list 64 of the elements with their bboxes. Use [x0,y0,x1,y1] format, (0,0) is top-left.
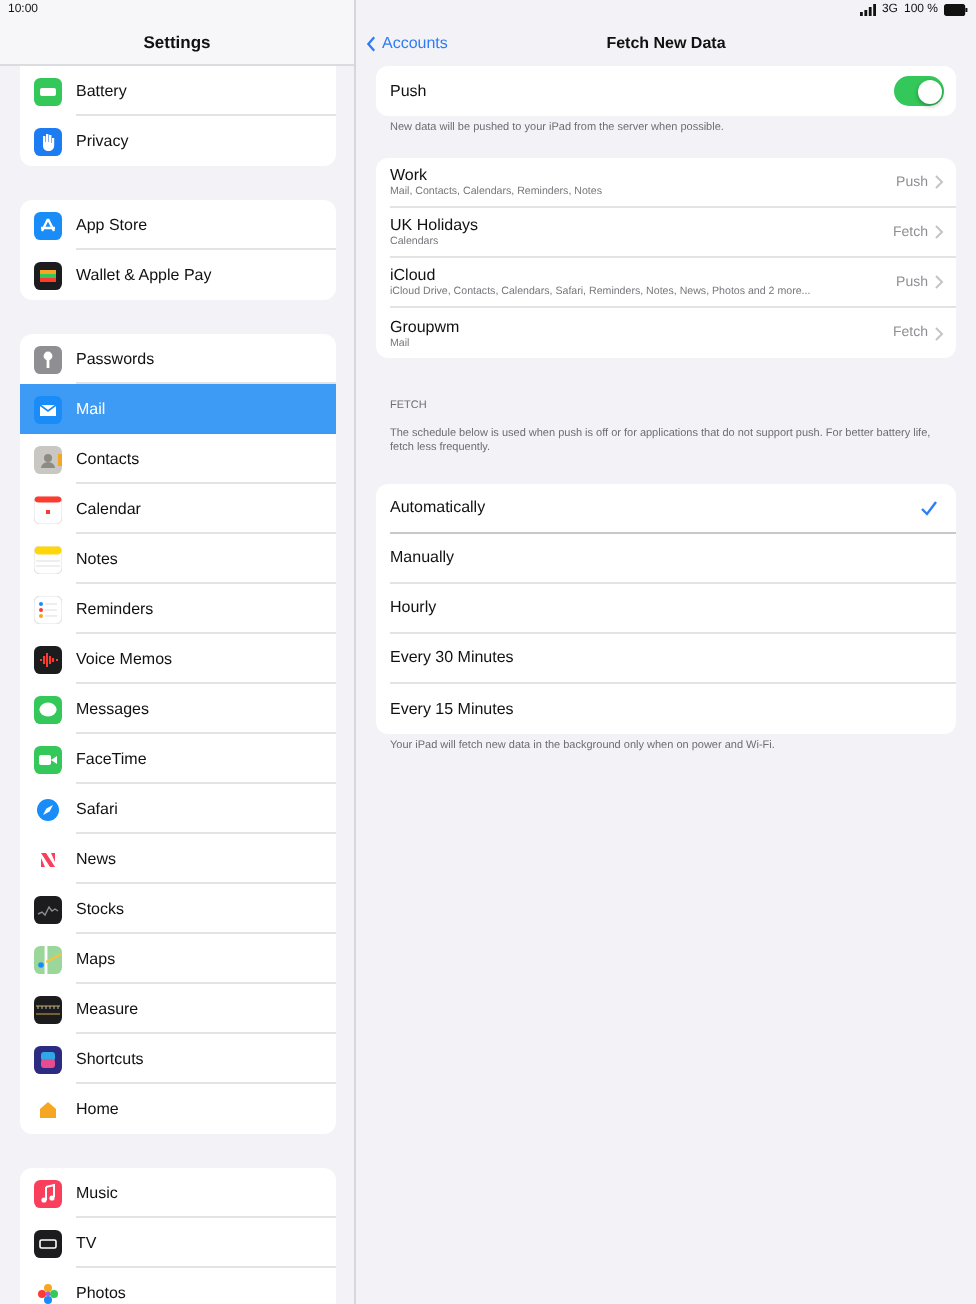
sidebar-item[interactable]: Calendar [20,484,336,534]
layers-icon [34,1045,62,1073]
chevron-left-icon [366,35,376,51]
hand-icon [34,127,62,155]
chevron-right-icon [934,274,944,290]
tv-icon [34,1229,62,1257]
page-title: Fetch New Data [606,34,726,52]
music-note-icon [34,1179,62,1207]
chevron-right-icon [934,174,944,190]
sidebar-item[interactable]: App Store [20,200,336,250]
sidebar-item[interactable]: Contacts [20,434,336,484]
sidebar-item[interactable]: Wallet & Apple Pay [20,250,336,300]
calendar-icon [34,495,62,523]
battery-icon [944,4,968,16]
sidebar-item[interactable]: Messages [20,684,336,734]
notepad-icon [34,545,62,573]
toggle-switch[interactable] [894,76,944,106]
schedule-option[interactable]: Hourly [390,583,956,634]
push-label: Push [390,82,429,100]
schedule-option[interactable]: Automatically [390,483,956,534]
speech-bubble-icon [34,695,62,723]
account-name: iCloud [390,266,438,284]
sidebar-item[interactable]: Music [20,1168,336,1218]
stock-chart-icon [34,895,62,923]
checkmark-icon [920,499,938,516]
sidebar-item[interactable]: Measure [20,984,336,1034]
sidebar-item[interactable]: Stocks [20,884,336,934]
sidebar-item[interactable]: Reminders [20,584,336,634]
account-name: Groupwm [390,317,462,335]
sidebar-item[interactable]: Shortcuts [20,1034,336,1084]
sidebar-item[interactable]: Battery [20,66,336,116]
wallet-icon [34,261,62,289]
video-camera-icon [34,745,62,773]
schedule-option[interactable]: Manually [390,533,956,584]
sidebar-item[interactable]: Photos [20,1268,336,1304]
map-icon [34,945,62,973]
envelope-icon [34,395,62,423]
waveform-icon [34,645,62,673]
back-link[interactable]: Accounts [366,34,448,52]
sidebar-item[interactable]: Notes [20,534,336,584]
account-name: Work [390,166,430,184]
sidebar-item[interactable]: Voice Memos [20,634,336,684]
account-name: UK Holidays [390,216,481,234]
contact-card-icon [34,445,62,473]
sidebar-item[interactable]: FaceTime [20,734,336,784]
flower-icon [34,1279,62,1304]
ruler-icon [34,995,62,1023]
sidebar-item[interactable]: Home [20,1084,336,1134]
compass-icon [34,795,62,823]
chevron-right-icon [934,325,944,341]
list-icon [34,595,62,623]
sidebar-item[interactable]: Privacy [20,116,336,166]
key-icon [34,345,62,373]
app-store-icon [34,211,62,239]
sidebar-item[interactable]: Maps [20,934,336,984]
sidebar-item[interactable]: TV [20,1218,336,1268]
chevron-right-icon [934,224,944,240]
sidebar-title: Settings [143,32,211,52]
sidebar-item[interactable]: Safari [20,784,336,834]
battery-icon [34,77,62,105]
schedule-option[interactable]: Every 30 Minutes [390,633,956,684]
signal-icon [859,4,876,16]
sidebar-item[interactable]: News [20,834,336,884]
schedule-option[interactable]: Every 15 Minutes [390,683,956,734]
